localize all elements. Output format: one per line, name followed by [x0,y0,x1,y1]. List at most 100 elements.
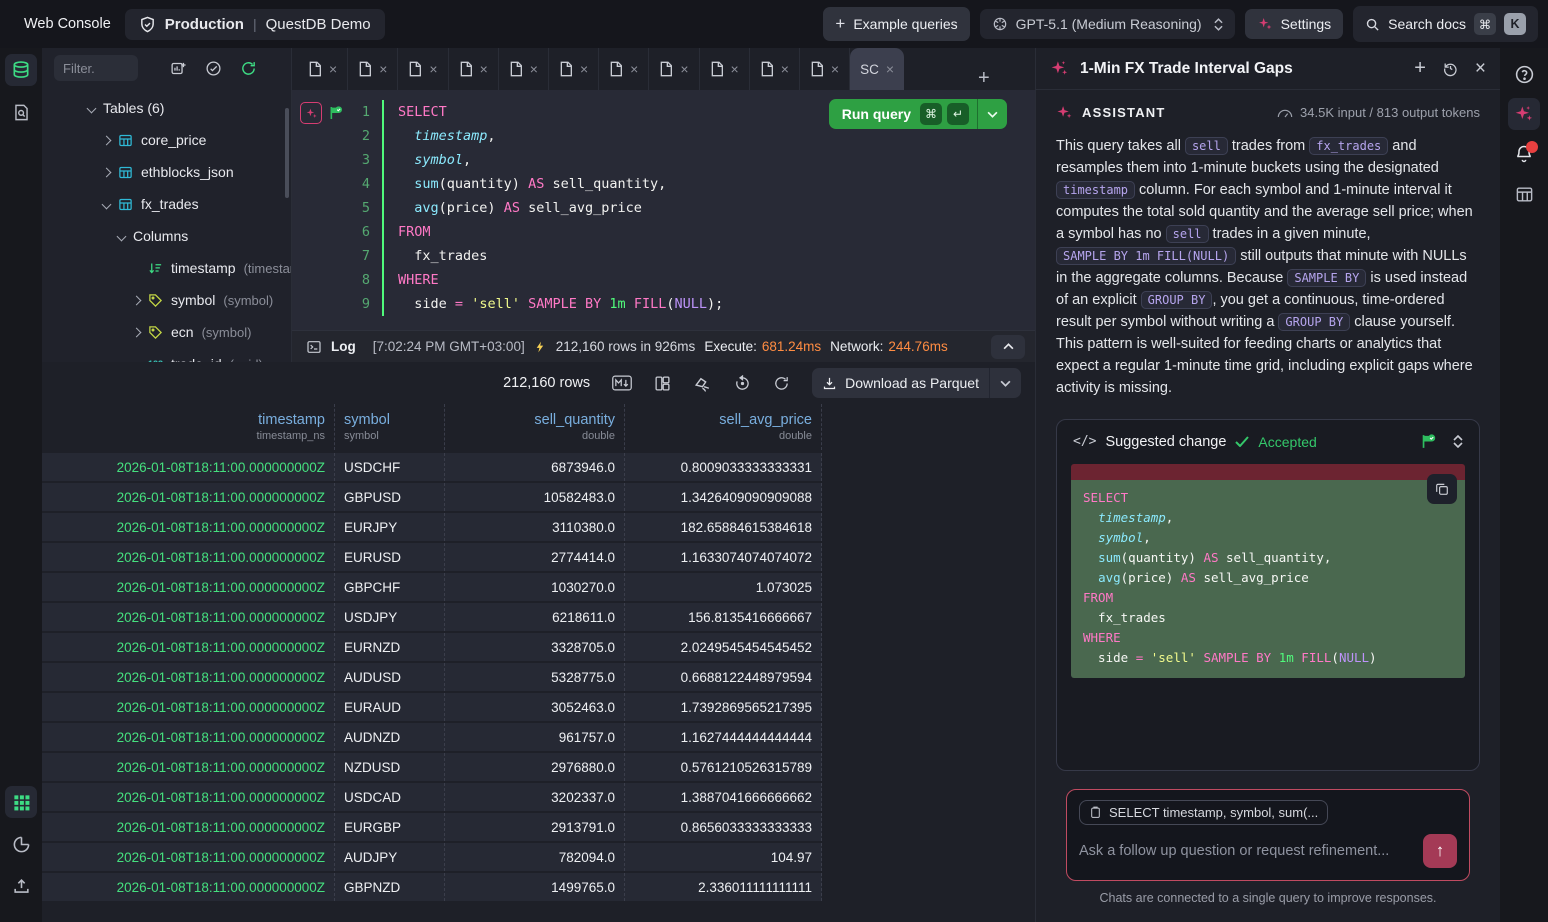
environment-badge[interactable]: Production | QuestDB Demo [125,9,385,40]
add-table-button[interactable] [170,60,187,77]
table-row[interactable]: 2026-01-08T18:11:00.000000000ZGBPNZD1499… [42,873,822,901]
editor-tab[interactable]: × [398,48,448,90]
model-selector[interactable]: GPT-5.1 (Medium Reasoning) [980,9,1235,39]
notifications-button[interactable] [1508,138,1540,170]
editor-tab[interactable]: × [599,48,649,90]
editor-tab[interactable]: × [348,48,398,90]
tree-item-ethblocks-json[interactable]: ethblocks_json [42,156,291,188]
editor-tab[interactable]: × [449,48,499,90]
column-header-symbol[interactable]: symbolsymbol [335,404,445,450]
table-row[interactable]: 2026-01-08T18:11:00.000000000ZUSDJPY6218… [42,603,822,631]
check-circle-button[interactable] [205,60,222,77]
query-context-chip[interactable]: SELECT timestamp, symbol, sum(... [1079,800,1328,825]
table-row[interactable]: 2026-01-08T18:11:00.000000000ZNZDUSD2976… [42,753,822,781]
filter-input[interactable] [54,55,138,81]
close-tab-icon[interactable]: × [886,61,894,77]
table-row[interactable]: 2026-01-08T18:11:00.000000000ZAUDUSD5328… [42,663,822,691]
send-button[interactable]: ↑ [1423,834,1457,868]
followup-input[interactable] [1079,843,1423,859]
close-tab-icon[interactable]: × [329,61,337,77]
copy-code-button[interactable] [1427,474,1457,504]
close-tab-icon[interactable]: × [680,61,688,77]
chat-history-button[interactable] [1442,60,1459,77]
accepted-flag-icon[interactable] [328,105,344,121]
table-row[interactable]: 2026-01-08T18:11:00.000000000ZAUDNZD9617… [42,723,822,751]
expand-collapse-icon[interactable] [1453,435,1463,448]
tree-item-trade-id[interactable]: 123trade_id(uuid) [42,348,291,362]
close-tab-icon[interactable]: × [580,61,588,77]
close-tab-icon[interactable]: × [630,61,638,77]
table-row[interactable]: 2026-01-08T18:11:00.000000000ZEURGBP2913… [42,813,822,841]
tree-item-tables-6-[interactable]: Tables (6) [42,92,291,124]
cell-sell_avg_price: 104.97 [625,843,822,871]
tree-item-label: timestamp [171,260,236,276]
code-line-content: WHERE [382,268,439,292]
close-tab-icon[interactable]: × [429,61,437,77]
query-time-button[interactable] [734,375,751,392]
close-tab-icon[interactable]: × [480,61,488,77]
markdown-copy-button[interactable] [612,375,632,391]
editor-tab[interactable]: × [750,48,800,90]
editor-tab[interactable]: × [499,48,549,90]
table-row[interactable]: 2026-01-08T18:11:00.000000000ZGBPCHF1030… [42,573,822,601]
refresh-tables-button[interactable] [240,60,257,77]
new-chat-button[interactable]: + [1414,57,1426,80]
download-parquet-button[interactable]: Download as Parquet [812,368,1021,398]
run-query-button[interactable]: Run query ⌘ ↵ [829,99,1007,129]
close-tab-icon[interactable]: × [731,61,739,77]
grid-view-button[interactable] [5,786,37,818]
import-button[interactable] [5,870,37,902]
close-tab-icon[interactable]: × [530,61,538,77]
refresh-results-button[interactable] [773,375,790,392]
query-log-panel-button[interactable] [5,96,37,128]
ai-assist-button[interactable] [300,102,322,124]
tree-item-timestamp[interactable]: timestamp(timestamp_ [42,252,291,284]
table-schema-button[interactable] [1508,178,1540,210]
close-tab-icon[interactable]: × [831,61,839,77]
settings-button[interactable]: Settings [1245,9,1344,39]
close-panel-button[interactable]: × [1475,58,1486,80]
close-tab-icon[interactable]: × [781,61,789,77]
openai-icon [992,16,1008,32]
table-row[interactable]: 2026-01-08T18:11:00.000000000ZUSDCAD3202… [42,783,822,811]
column-header-sell_quantity[interactable]: sell_quantitydouble [445,404,625,450]
table-row[interactable]: 2026-01-08T18:11:00.000000000ZAUDJPY7820… [42,843,822,871]
tree-item-ecn[interactable]: ecn(symbol) [42,316,291,348]
column-layout-button[interactable] [654,375,671,392]
environment-name: Production [165,16,244,33]
table-row[interactable]: 2026-01-08T18:11:00.000000000ZEURUSD2774… [42,543,822,571]
table-row[interactable]: 2026-01-08T18:11:00.000000000ZEURAUD3052… [42,693,822,721]
run-options-caret[interactable] [978,111,1007,118]
tree-item-columns[interactable]: Columns [42,220,291,252]
cell-sell_quantity: 3202337.0 [445,783,625,811]
tree-item-symbol[interactable]: symbol(symbol) [42,284,291,316]
table-row[interactable]: 2026-01-08T18:11:00.000000000ZUSDCHF6873… [42,453,822,481]
editor-tab[interactable]: × [700,48,750,90]
editor-tab[interactable]: × [298,48,348,90]
download-options-caret[interactable] [990,380,1021,387]
search-docs-button[interactable]: Search docs ⌘ K [1353,6,1538,42]
editor-tab[interactable]: × [800,48,850,90]
tables-panel-button[interactable] [5,54,37,86]
tree-item-fx-trades[interactable]: fx_trades [42,188,291,220]
help-button[interactable] [1508,58,1540,90]
column-header-timestamp[interactable]: timestamptimestamp_ns [42,404,335,450]
column-header-sell_avg_price[interactable]: sell_avg_pricedouble [625,404,822,450]
tree-item-core-price[interactable]: core_price [42,124,291,156]
sidebar-scrollbar[interactable] [285,108,289,198]
new-tab-button[interactable]: + [978,67,990,90]
ai-panel-button[interactable] [1508,98,1540,130]
example-queries-button[interactable]: + Example queries [823,7,969,41]
sql-editor[interactable]: 1SELECT2 timestamp,3 symbol,4 sum(quanti… [292,90,1035,330]
table-row[interactable]: 2026-01-08T18:11:00.000000000ZEURNZD3328… [42,633,822,661]
export-data-button[interactable] [693,374,712,393]
table-row[interactable]: 2026-01-08T18:11:00.000000000ZEURJPY3110… [42,513,822,541]
close-tab-icon[interactable]: × [379,61,387,77]
editor-tab[interactable]: × [549,48,599,90]
chart-view-button[interactable] [5,828,37,860]
editor-tab-active[interactable]: SC × [850,48,904,90]
collapse-log-button[interactable] [991,335,1025,359]
results-grid[interactable]: timestamptimestamp_nssymbolsymbolsell_qu… [42,404,822,903]
editor-tab[interactable]: × [649,48,699,90]
table-row[interactable]: 2026-01-08T18:11:00.000000000ZGBPUSD1058… [42,483,822,511]
